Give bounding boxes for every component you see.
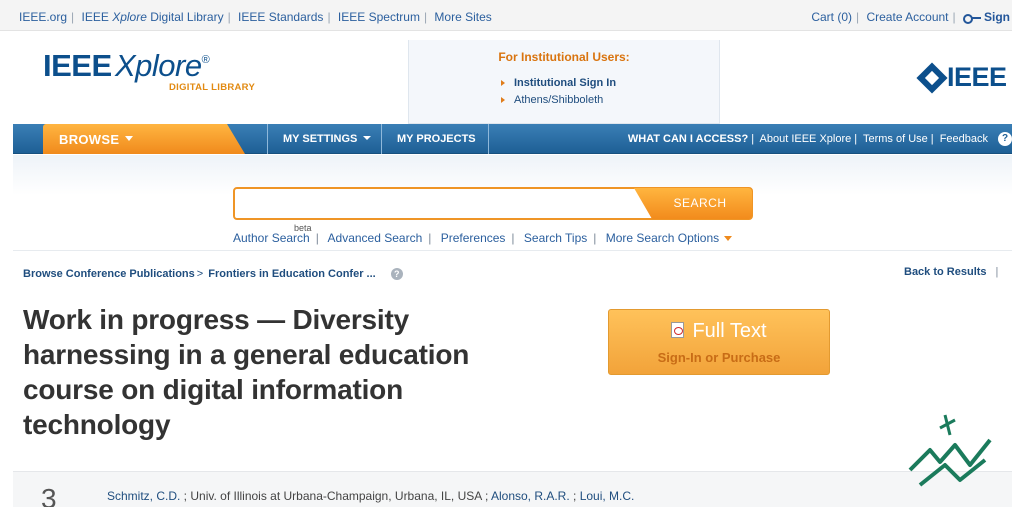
ieee-xplore-logo[interactable]: IEEE Xplore® DIGITAL LIBRARY xyxy=(43,48,255,93)
watermark-logo xyxy=(908,414,992,487)
breadcrumb-conference[interactable]: Frontiers in Education Confer ... xyxy=(208,268,375,280)
cart-link[interactable]: Cart (0) xyxy=(811,10,852,24)
arrow-right-icon xyxy=(501,97,505,104)
key-icon xyxy=(963,13,981,24)
my-projects-link[interactable]: MY PROJECTS xyxy=(397,124,476,154)
author-search-link[interactable]: Author Search xyxy=(233,231,310,245)
athens-shibboleth-link[interactable]: Athens/Shibboleth xyxy=(501,94,603,106)
chevron-down-icon xyxy=(724,236,733,242)
top-site-links: IEEE.org | IEEE Xplore Digital Library | I… xyxy=(19,10,492,24)
back-to-results-link[interactable]: Back to Results xyxy=(904,266,987,278)
more-sites-link[interactable]: More Sites xyxy=(434,10,491,24)
more-search-options-link[interactable]: More Search Options xyxy=(606,231,733,245)
xplore-digital-library-link[interactable]: IEEE Xplore Digital Library xyxy=(82,10,224,24)
sign-in-link[interactable]: Sign xyxy=(984,10,1010,24)
search-tips-link[interactable]: Search Tips xyxy=(524,231,587,245)
chevron-down-icon xyxy=(125,136,134,142)
search-links: Author Search | Advanced Search | Preferen… xyxy=(233,231,733,245)
back-to-results: Back to Results | xyxy=(904,266,999,278)
account-links: Cart (0) | Create Account | Sign xyxy=(811,10,1010,24)
create-account-link[interactable]: Create Account xyxy=(866,10,948,24)
top-utility-bar: IEEE.org | IEEE Xplore Digital Library | I… xyxy=(0,0,1012,31)
help-icon[interactable]: ? xyxy=(998,132,1012,146)
institutional-users-box: For Institutional Users: Institutional S… xyxy=(408,40,720,124)
full-text-button[interactable]: Full Text Sign-In or Purchase xyxy=(608,309,830,375)
ieee-logo[interactable]: IEEE xyxy=(916,61,1007,94)
ieee-standards-link[interactable]: IEEE Standards xyxy=(238,10,323,24)
breadcrumb-browse-conference[interactable]: Browse Conference Publications xyxy=(23,268,195,280)
my-settings-menu[interactable]: MY SETTINGS xyxy=(283,124,372,154)
author-affiliation: Univ. of Illinois at Urbana-Champaign, U… xyxy=(190,489,482,503)
search-box: SEARCH xyxy=(233,187,753,220)
full-text-subtitle: Sign-In or Purchase xyxy=(657,350,781,365)
institutional-sign-in-link[interactable]: Institutional Sign In xyxy=(501,77,616,89)
logo-subtitle: DIGITAL LIBRARY xyxy=(169,82,256,93)
feedback-link[interactable]: Feedback xyxy=(940,133,988,145)
search-input[interactable] xyxy=(238,192,638,215)
browse-menu[interactable]: BROWSE xyxy=(43,124,245,154)
arrow-right-icon xyxy=(501,80,505,87)
preferences-link[interactable]: Preferences xyxy=(441,231,506,245)
ieee-diamond-icon xyxy=(916,61,948,94)
help-question-icon[interactable]: ? xyxy=(390,268,403,281)
main-nav: BROWSE MY SETTINGS MY PROJECTS WHAT CAN … xyxy=(13,124,1012,154)
article-title: Work in progress — Diversity harnessing … xyxy=(23,304,470,440)
chevron-down-icon xyxy=(363,136,372,141)
author-list: Schmitz, C.D. ; Univ. of Illinois at Urb… xyxy=(107,489,635,503)
search-button[interactable]: SEARCH xyxy=(634,188,752,219)
ieee-org-link[interactable]: IEEE.org xyxy=(19,10,67,24)
about-xplore-link[interactable]: About IEEE Xplore xyxy=(760,133,852,145)
author-link[interactable]: Schmitz, C.D. xyxy=(107,489,180,503)
what-can-i-access-link[interactable]: WHAT CAN I ACCESS? xyxy=(628,133,748,145)
nav-right-links: WHAT CAN I ACCESS? | About IEEE Xplore | T… xyxy=(627,133,988,145)
author-link[interactable]: Alonso, R.A.R. xyxy=(491,489,570,503)
pdf-icon xyxy=(671,321,685,338)
citation-count: 3 xyxy=(41,483,57,507)
advanced-search-link[interactable]: Advanced Search xyxy=(328,231,423,245)
ieee-spectrum-link[interactable]: IEEE Spectrum xyxy=(338,10,420,24)
terms-of-use-link[interactable]: Terms of Use xyxy=(863,133,928,145)
author-link[interactable]: Loui, M.C. xyxy=(580,489,635,503)
breadcrumb: Browse Conference Publications > Frontier… xyxy=(23,268,403,281)
site-header: IEEE Xplore® DIGITAL LIBRARY For Institu… xyxy=(0,32,1012,124)
institutional-title: For Institutional Users: xyxy=(498,50,630,64)
